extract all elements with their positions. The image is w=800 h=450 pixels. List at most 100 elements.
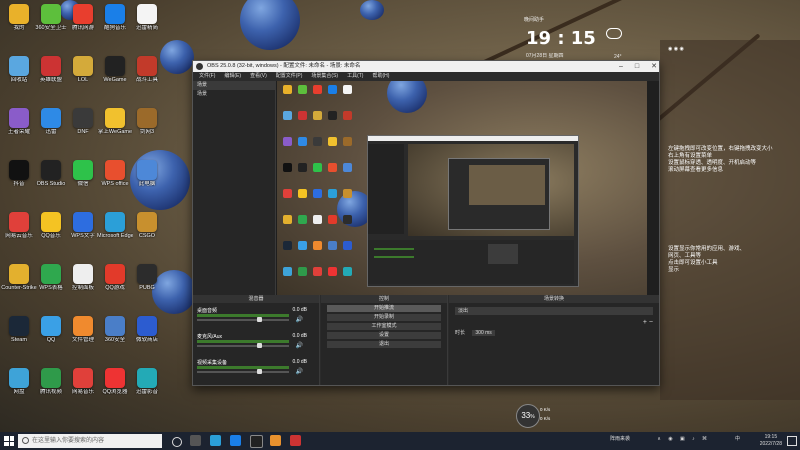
volume-knob[interactable] — [257, 369, 262, 374]
mixer-dock: 混音器 桌面音频 0.0 dB 🔊 麦克风/Aux 0.0 dB 🔊 视频采集设… — [193, 295, 320, 385]
desktop-icon[interactable]: 腾讯视频 — [33, 366, 69, 406]
speed-widget[interactable]: 33% 0 K/s 0 K/s — [516, 404, 560, 428]
menu-file[interactable]: 文件(F) — [199, 72, 215, 81]
explorer-icon[interactable] — [270, 435, 281, 446]
desktop-icon[interactable]: 360安全卫士 — [33, 2, 69, 42]
desktop-icon[interactable]: 网盘 — [1, 366, 37, 406]
desktop-icon-label: PUBG — [139, 285, 155, 291]
edge-icon[interactable] — [210, 435, 221, 446]
mixer-channel[interactable]: 桌面音频 0.0 dB 🔊 — [197, 307, 307, 325]
taskbar-app-icon[interactable] — [190, 435, 201, 446]
desktop-icon[interactable]: LOL — [65, 54, 101, 94]
desktop-icon[interactable]: Microsoft Edge — [97, 210, 133, 250]
desktop-icon[interactable]: 网易云音乐 — [1, 210, 37, 250]
volume-slider[interactable] — [197, 371, 289, 373]
desktop-icon[interactable]: QQ游戏 — [97, 262, 133, 302]
menu-profile[interactable]: 配置文件(P) — [276, 72, 303, 81]
minimize-icon[interactable]: – — [619, 61, 623, 72]
desktop-icon[interactable]: WPS表格 — [33, 262, 69, 302]
speaker-icon[interactable]: 🔊 — [296, 368, 303, 375]
desktop-icon[interactable]: 360安全 — [97, 314, 133, 354]
desktop-icon[interactable]: Steam — [1, 314, 37, 354]
desktop-icon[interactable]: QQ音乐 — [33, 210, 69, 250]
desktop-icon[interactable]: 控制面板 — [65, 262, 101, 302]
desktop-icon[interactable]: 王者荣耀 — [1, 106, 37, 146]
speaker-icon[interactable]: 🔊 — [296, 316, 303, 323]
tray-icons[interactable]: ∧ ◉ ▣ ♪ ⌘ — [657, 436, 710, 443]
desktop-icon[interactable]: 网易音乐 — [65, 366, 101, 406]
desktop-icon[interactable]: CSGO — [129, 210, 165, 250]
ime-indicator[interactable]: 中 — [735, 436, 740, 443]
desktop-icon[interactable]: QQ — [33, 314, 69, 354]
mixer-channel[interactable]: 麦克风/Aux 0.0 dB 🔊 — [197, 333, 307, 351]
desktop-icon[interactable]: OBS Studio — [33, 158, 69, 198]
preview-app-icon — [283, 111, 292, 120]
volume-slider[interactable] — [197, 319, 289, 321]
app-icon — [73, 212, 93, 232]
desktop-icon[interactable]: 迅雷精简 — [129, 2, 165, 42]
desktop-icon[interactable]: 微信 — [65, 158, 101, 198]
menu-tools[interactable]: 工具(T) — [347, 72, 363, 81]
desktop-icon[interactable]: 微软商店 — [129, 314, 165, 354]
desktop-icon[interactable]: 文件管理 — [65, 314, 101, 354]
desktop-icon[interactable]: PUBG — [129, 262, 165, 302]
start-streaming-button[interactable]: 开始推流 — [327, 305, 441, 312]
volume-slider[interactable] — [197, 345, 289, 347]
menu-help[interactable]: 帮助(H) — [372, 72, 389, 81]
menu-edit[interactable]: 编辑(E) — [224, 72, 241, 81]
desktop-icon[interactable]: Counter-Strike — [1, 262, 37, 302]
start-button[interactable] — [4, 436, 14, 446]
clock-widget[interactable]: 晚间助手 19 : 15 07月28日 星期四 24° — [518, 14, 638, 64]
desktop-icon[interactable]: 战斗工具 — [129, 54, 165, 94]
preview-app-icon — [313, 137, 322, 146]
maximize-icon[interactable]: □ — [635, 61, 639, 72]
obs-titlebar[interactable]: OBS 25.0.8 (32-bit, windows) - 配置文件: 未命名… — [193, 61, 659, 72]
start-recording-button[interactable]: 开始录制 — [327, 314, 441, 321]
desktop-icon[interactable]: 我的 — [1, 2, 37, 42]
desktop-icon[interactable]: DNF — [65, 106, 101, 146]
desktop-icon[interactable]: 酷狗音乐 — [97, 2, 133, 42]
desktop-icon[interactable]: 英雄联盟 — [33, 54, 69, 94]
obs-taskbar-icon[interactable] — [250, 435, 263, 448]
desktop-icon[interactable]: QQ浏览器 — [97, 366, 133, 406]
tray-clock[interactable]: 19:15 2022/7/28 — [760, 434, 782, 448]
desktop-icon[interactable]: 回收站 — [1, 54, 37, 94]
volume-knob[interactable] — [257, 317, 262, 322]
desktop-icon[interactable]: 剑网3 — [129, 106, 165, 146]
mixer-channel[interactable]: 视频采集设备 0.0 dB 🔊 — [197, 359, 307, 377]
duration-input[interactable]: 300 ms — [472, 330, 495, 336]
desktop-icon[interactable]: 掌上WeGame — [97, 106, 133, 146]
desktop-icon[interactable]: 腾讯网游 — [65, 2, 101, 42]
desktop-icon[interactable]: WeGame — [97, 54, 133, 94]
obs-window[interactable]: OBS 25.0.8 (32-bit, windows) - 配置文件: 未命名… — [192, 60, 660, 386]
desktop-icon[interactable]: 迅雷 — [33, 106, 69, 146]
desktop-icon[interactable]: WPS office — [97, 158, 133, 198]
desktop-icon[interactable]: WPS文字 — [65, 210, 101, 250]
studio-mode-button[interactable]: 工作室模式 — [327, 323, 441, 330]
desktop-icon[interactable]: 抖音 — [1, 158, 37, 198]
desktop-icon[interactable]: 迅雷影音 — [129, 366, 165, 406]
preview-app-icon — [343, 267, 352, 276]
volume-knob[interactable] — [257, 343, 262, 348]
weather-tray[interactable]: 阵雨来袭 — [610, 436, 630, 443]
app-icon — [41, 108, 61, 128]
notification-icon[interactable] — [787, 436, 797, 446]
panel-tabs: ◉ ◉ ◉ — [668, 46, 684, 52]
transition-select[interactable]: 淡出 — [455, 307, 653, 315]
scene-item[interactable]: 场景 — [193, 90, 275, 98]
app-icon[interactable] — [290, 435, 301, 446]
menu-scene-collection[interactable]: 场景集合(S) — [311, 72, 338, 81]
speaker-icon[interactable]: 🔊 — [296, 342, 303, 349]
menu-view[interactable]: 查看(V) — [250, 72, 267, 81]
desktop-icon[interactable]: 此电脑 — [129, 158, 165, 198]
task-view-icon[interactable] — [172, 437, 182, 447]
obs-preview-canvas[interactable] — [277, 81, 647, 305]
transition-add-remove-icons[interactable]: + − — [643, 319, 653, 326]
channel-name: 桌面音频 — [197, 308, 218, 314]
taskbar-search-box[interactable]: 在这里输入你要搜索的内容 — [18, 434, 162, 448]
preview-app-icon — [328, 241, 337, 250]
exit-button[interactable]: 退出 — [327, 341, 441, 348]
close-icon[interactable]: ✕ — [651, 61, 657, 72]
settings-button[interactable]: 设置 — [327, 332, 441, 339]
kugou-icon[interactable] — [230, 435, 241, 446]
